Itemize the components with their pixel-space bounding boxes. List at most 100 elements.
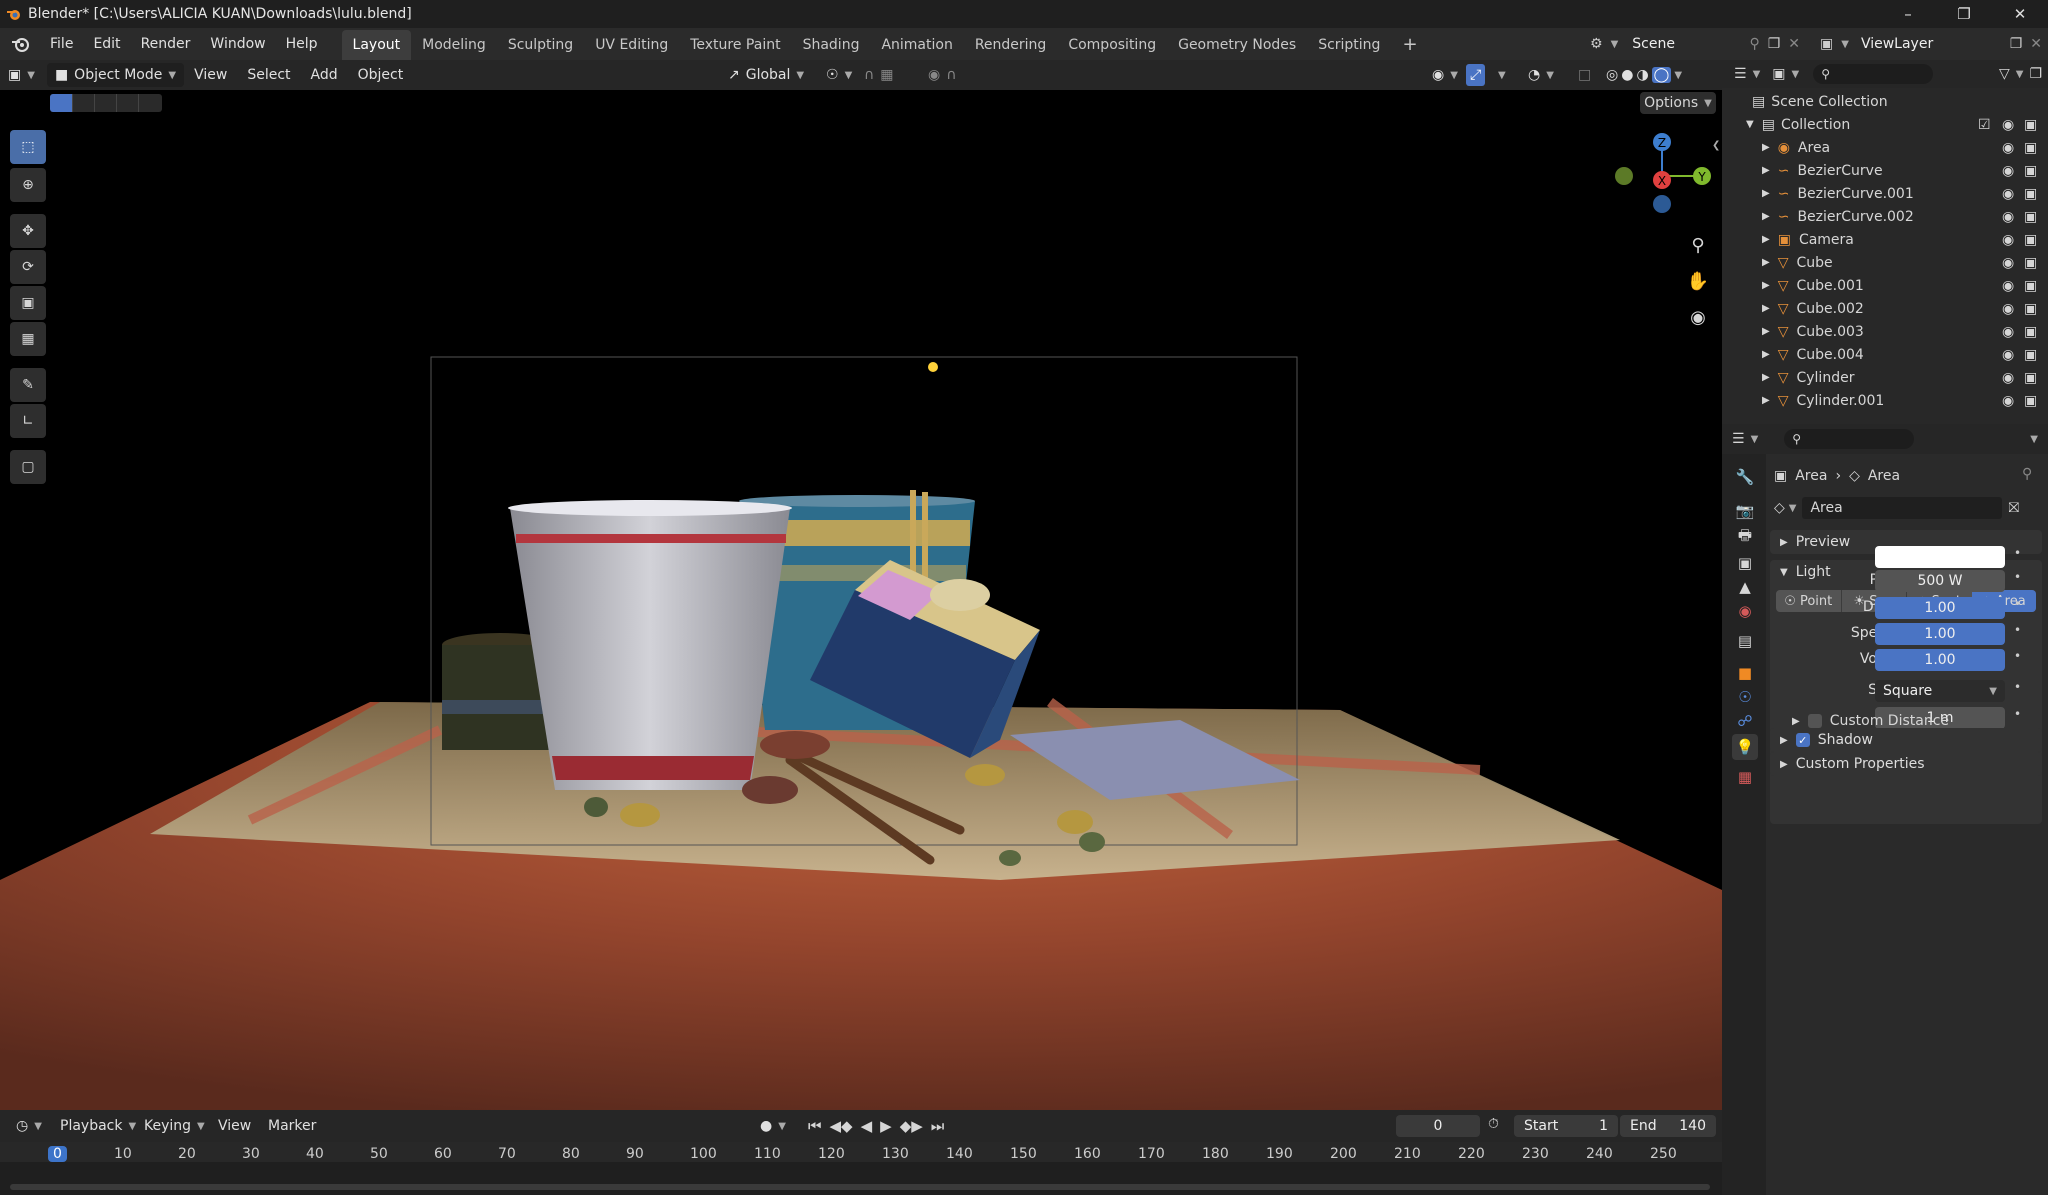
pin-icon[interactable]: ⚲ [2022,466,2032,482]
new-collection-icon[interactable]: ❐ [2029,66,2042,82]
tab-sculpting[interactable]: Sculpting [497,30,584,60]
pin-icon[interactable]: ⚲ [1749,36,1759,52]
tab-geometry-nodes[interactable]: Geometry Nodes [1167,30,1307,60]
play-reverse-icon[interactable]: ◀ [861,1117,873,1135]
playback-menu[interactable]: Playback ▼ [52,1114,144,1138]
tab-uv-editing[interactable]: UV Editing [584,30,679,60]
tab-rendering[interactable]: Rendering [964,30,1058,60]
outliner-item[interactable]: ▶ ◉ Area ◉ ▣ [1722,136,2048,159]
eye-icon[interactable]: ◉ [2002,186,2014,202]
pivot-point-button[interactable]: ☉ ▼ [818,63,860,87]
add-cube-tool[interactable]: ▢ [10,450,46,484]
properties-search-input[interactable]: ⚲ [1784,429,1915,449]
play-icon[interactable]: ▶ [880,1117,892,1135]
eye-icon[interactable]: ◉ [2002,370,2014,386]
outliner-item[interactable]: ▶ ∽ BezierCurve ◉ ▣ [1722,159,2048,182]
rendered-shading-icon[interactable]: ◯ [1651,67,1672,83]
minimize-icon[interactable]: – [1880,0,1936,28]
camera-icon[interactable]: ▣ [2024,278,2037,294]
wireframe-shading-icon[interactable]: ◎ [1606,67,1618,83]
scene-selector[interactable]: ⚙ ▼ Scene ⚲ ❐ ✕ [1590,31,1800,57]
custom-distance-subpanel[interactable]: ▶ Custom Distance [1792,713,1949,729]
overlays-toggle[interactable]: ◔ ▼ [1520,63,1562,87]
constraints-tab-icon[interactable]: ☍ [1732,708,1758,734]
camera-icon[interactable]: ▣ [2024,370,2037,386]
rotate-tool[interactable]: ⟳ [10,250,46,284]
eye-icon[interactable]: ◉ [2002,163,2014,179]
viewport-menu-select[interactable]: Select [237,59,300,91]
outliner-item[interactable]: ▶ ▽ Cube.002 ◉ ▣ [1722,297,2048,320]
outliner-item[interactable]: ▶ ▽ Cube.004 ◉ ▣ [1722,343,2048,366]
scene-tab-icon[interactable]: ▲ [1732,574,1758,600]
datablock-name-field[interactable]: Area [1802,497,2003,519]
outliner-scene-collection[interactable]: ▤ Scene Collection [1722,90,2048,113]
render-tab-icon[interactable]: 📷 [1732,498,1758,524]
timeline-editor-button[interactable]: ◷ ▼ [8,1114,50,1138]
outliner-item[interactable]: ▶ ▽ Cube ◉ ▣ [1722,251,2048,274]
camera-icon[interactable]: ▣ [2024,209,2037,225]
custom-properties-panel[interactable]: ▶ Custom Properties [1770,752,2042,776]
pan-hand-icon[interactable]: ✋ [1683,266,1713,296]
custom-distance-checkbox[interactable] [1807,714,1822,728]
light-data-tab-icon[interactable]: 💡 [1732,734,1758,760]
eye-icon[interactable]: ◉ [2002,140,2014,156]
outliner-item[interactable]: ▶ ▣ Camera ◉ ▣ [1722,228,2048,251]
menu-render[interactable]: Render [131,28,201,60]
menu-window[interactable]: Window [200,28,275,60]
camera-view-icon[interactable]: ◉ [1683,302,1713,332]
measure-tool[interactable]: ∟ [10,404,46,438]
transform-orientation-dropdown[interactable]: ↗ Global ▼ [720,63,812,87]
camera-icon[interactable]: ▣ [2024,347,2037,363]
specular-field[interactable]: 1.00 [1875,623,2005,645]
eye-icon[interactable]: ◉ [2002,278,2014,294]
eye-icon[interactable]: ◉ [2002,117,2014,133]
texture-tab-icon[interactable]: ▦ [1732,764,1758,790]
add-workspace-icon[interactable]: + [1391,30,1428,60]
zoom-icon[interactable]: ⚲ [1683,230,1713,260]
expand-arrow-icon[interactable]: ▶ [1762,372,1770,383]
keyframe-dot-icon[interactable]: • [2014,623,2021,637]
gizmo-dropdown[interactable]: ▼ [1490,63,1514,87]
prev-keyframe-icon[interactable]: ◀◆ [830,1117,853,1135]
outliner-item[interactable]: ▶ ▽ Cylinder ◉ ▣ [1722,366,2048,389]
new-view-layer-icon[interactable]: ❐ [2010,36,2023,52]
scale-tool[interactable]: ▣ [10,286,46,320]
power-field[interactable]: 500 W [1875,570,2005,592]
mode-dropdown[interactable]: ■ Object Mode ▼ [46,63,185,87]
end-frame-field[interactable]: End 140 [1620,1115,1716,1137]
sidebar-toggle-icon[interactable]: ❮ [1712,140,1720,151]
viewport-menu-object[interactable]: Object [348,59,414,91]
shadow-panel[interactable]: ▶ ✓ Shadow [1770,728,2042,752]
select-extend-icon[interactable] [72,94,94,112]
checkbox-icon[interactable]: ☑ [1978,117,1991,133]
keyframe-dot-icon[interactable]: • [2014,649,2021,663]
visibility-dropdown[interactable]: ◉ ▼ [1424,63,1466,87]
start-frame-field[interactable]: Start 1 [1514,1115,1618,1137]
expand-arrow-icon[interactable]: ▶ [1762,257,1770,268]
outliner-search-input[interactable]: ⚲ [1813,64,1934,84]
tab-scripting[interactable]: Scripting [1307,30,1391,60]
output-tab-icon[interactable]: 🖶 [1732,524,1758,550]
3d-viewport[interactable]: ⬚ ⊕ ✥ ⟳ ▣ ▦ ✎ ∟ ▢ Options ▼ Z Y X ⚲ ✋ ◉ ❮ [0,90,1722,1110]
jump-end-icon[interactable]: ⏭ [931,1117,945,1135]
timeline-scrollbar[interactable] [10,1184,1710,1190]
new-scene-icon[interactable]: ❐ [1768,36,1781,52]
collection-tab-icon[interactable]: ▤ [1732,628,1758,654]
expand-arrow-icon[interactable]: ▶ [1762,303,1770,314]
blender-menu-icon[interactable] [0,34,40,54]
camera-icon[interactable]: ▣ [2024,117,2037,133]
select-intersect-icon[interactable] [138,94,162,112]
expand-arrow-icon[interactable]: ▶ [1762,234,1770,245]
material-shading-icon[interactable]: ◑ [1636,67,1648,83]
camera-icon[interactable]: ▣ [2024,232,2037,248]
expand-arrow-icon[interactable]: ▶ [1762,280,1770,291]
menu-help[interactable]: Help [276,28,328,60]
remove-scene-icon[interactable]: ✕ [1788,36,1800,52]
solid-shading-icon[interactable]: ● [1621,67,1633,83]
options-dropdown[interactable]: Options ▼ [1640,92,1716,114]
camera-icon[interactable]: ▣ [2024,301,2037,317]
editor-type-button[interactable]: ▣ ▼ [0,63,43,87]
xray-toggle[interactable]: □ [1570,63,1599,87]
outliner-item[interactable]: ▶ ∽ BezierCurve.001 ◉ ▣ [1722,182,2048,205]
current-frame-field[interactable]: 0 [1396,1115,1480,1137]
